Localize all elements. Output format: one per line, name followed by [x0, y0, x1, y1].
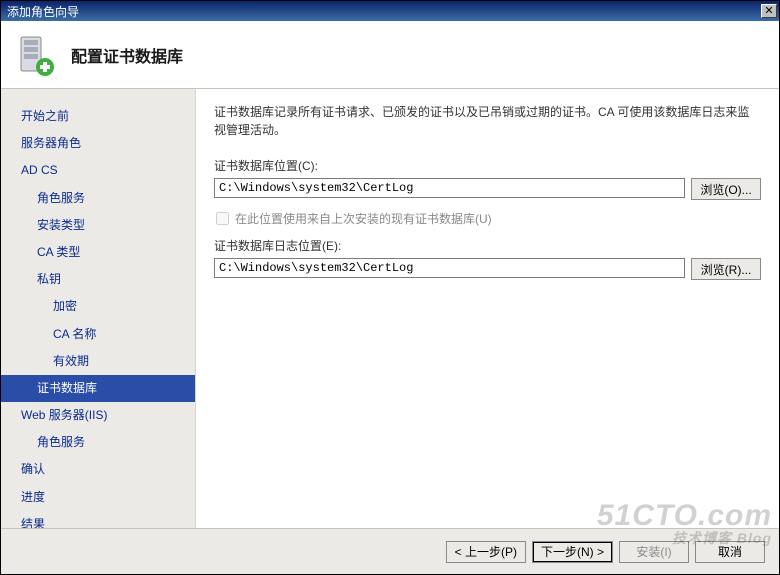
header: 配置证书数据库	[1, 21, 779, 89]
browse-db-button[interactable]: 浏览(O)...	[691, 178, 761, 200]
db-location-label: 证书数据库位置(C):	[214, 157, 761, 174]
sidebar-item-setup-type[interactable]: 安装类型	[1, 212, 195, 239]
sidebar-item-role-services[interactable]: 角色服务	[1, 185, 195, 212]
browse-log-button[interactable]: 浏览(R)...	[691, 258, 761, 280]
footer: < 上一步(P) 下一步(N) > 安装(I) 取消	[1, 528, 779, 574]
prev-button[interactable]: < 上一步(P)	[446, 541, 526, 563]
wizard-window: 添加角色向导 ✕ 配置证书数据库 开始之前 服务器角色 AD CS 角色服务 安…	[0, 0, 780, 575]
sidebar-item-ca-name[interactable]: CA 名称	[1, 321, 195, 348]
install-button: 安装(I)	[619, 541, 689, 563]
sidebar-item-private-key[interactable]: 私钥	[1, 266, 195, 293]
sidebar-item-server-roles[interactable]: 服务器角色	[1, 130, 195, 157]
sidebar: 开始之前 服务器角色 AD CS 角色服务 安装类型 CA 类型 私钥 加密 C…	[1, 89, 196, 528]
log-location-input[interactable]	[214, 258, 685, 278]
reuse-db-checkbox-label: 在此位置使用来自上次安装的现有证书数据库(U)	[235, 210, 492, 227]
reuse-db-checkbox	[216, 212, 229, 225]
sidebar-item-adcs[interactable]: AD CS	[1, 157, 195, 184]
main-panel: 证书数据库记录所有证书请求、已颁发的证书以及已吊销或过期的证书。CA 可使用该数…	[196, 89, 779, 528]
window-title: 添加角色向导	[7, 3, 79, 20]
body: 开始之前 服务器角色 AD CS 角色服务 安装类型 CA 类型 私钥 加密 C…	[1, 89, 779, 528]
sidebar-item-web-server-iis[interactable]: Web 服务器(IIS)	[1, 402, 195, 429]
sidebar-item-ca-type[interactable]: CA 类型	[1, 239, 195, 266]
reuse-db-checkbox-row: 在此位置使用来自上次安装的现有证书数据库(U)	[216, 210, 761, 227]
titlebar: 添加角色向导 ✕	[1, 1, 779, 21]
sidebar-item-confirmation[interactable]: 确认	[1, 456, 195, 483]
sidebar-item-before-begin[interactable]: 开始之前	[1, 103, 195, 130]
cancel-button[interactable]: 取消	[695, 541, 765, 563]
sidebar-item-crypto[interactable]: 加密	[1, 293, 195, 320]
sidebar-item-progress[interactable]: 进度	[1, 484, 195, 511]
log-location-row: 浏览(R)...	[214, 258, 761, 280]
db-location-input[interactable]	[214, 178, 685, 198]
sidebar-item-cert-database[interactable]: 证书数据库	[1, 375, 195, 402]
intro-text: 证书数据库记录所有证书请求、已颁发的证书以及已吊销或过期的证书。CA 可使用该数…	[214, 103, 761, 139]
db-location-row: 浏览(O)...	[214, 178, 761, 200]
log-location-label: 证书数据库日志位置(E):	[214, 237, 761, 254]
close-button[interactable]: ✕	[761, 4, 777, 18]
page-title: 配置证书数据库	[71, 43, 183, 67]
next-button[interactable]: 下一步(N) >	[532, 541, 613, 563]
close-icon: ✕	[764, 6, 773, 17]
sidebar-item-validity[interactable]: 有效期	[1, 348, 195, 375]
sidebar-item-iis-role-services[interactable]: 角色服务	[1, 429, 195, 456]
server-add-icon	[15, 33, 57, 77]
